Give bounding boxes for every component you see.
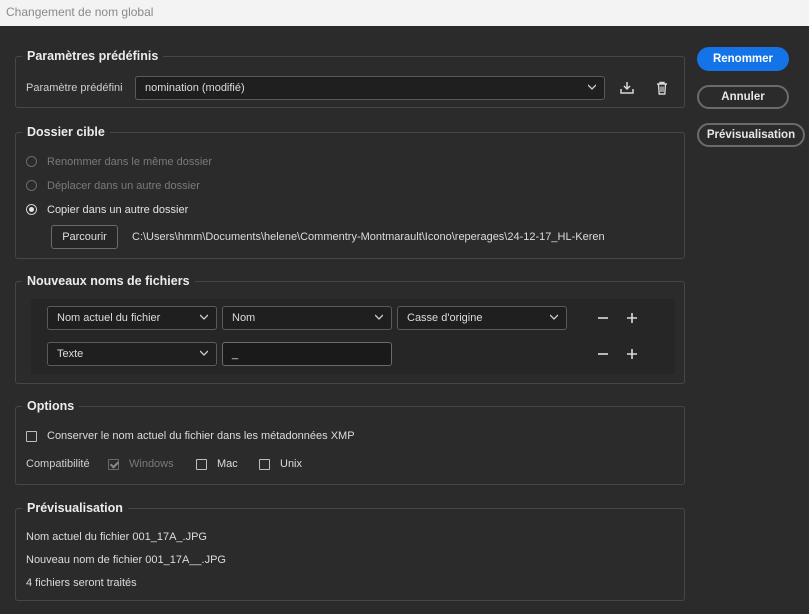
- chevron-down-icon: [200, 314, 208, 320]
- preview-legend: Prévisualisation: [22, 500, 128, 516]
- chevron-down-icon: [550, 314, 558, 320]
- rule2-type-value: Texte: [57, 348, 84, 360]
- cancel-button[interactable]: Annuler: [697, 85, 789, 109]
- preview-button[interactable]: Prévisualisation: [697, 123, 805, 147]
- compat-windows-label: Windows: [129, 458, 174, 470]
- preset-value: nomination (modifié): [145, 82, 245, 94]
- rule2-type-select[interactable]: Texte: [47, 342, 217, 366]
- compat-label: Compatibilité: [26, 458, 90, 470]
- chevron-down-icon: [200, 350, 208, 356]
- window-title: Changement de nom global: [0, 0, 809, 26]
- rule1-type-select[interactable]: Nom actuel du fichier: [47, 306, 217, 330]
- radio-same-folder-label: Renommer dans le même dossier: [47, 156, 213, 168]
- destination-legend: Dossier cible: [22, 124, 110, 140]
- compat-mac-checkbox[interactable]: [196, 459, 207, 470]
- chevron-down-icon: [588, 84, 596, 90]
- presets-group: Paramètres prédéfinis Paramètre prédéfin…: [15, 48, 685, 108]
- preview-group: Prévisualisation Nom actuel du fichier 0…: [15, 500, 685, 601]
- preset-label: Paramètre prédéfini: [26, 82, 123, 94]
- rule1-case-select[interactable]: Casse d'origine: [397, 306, 567, 330]
- remove-rule1-minus-icon[interactable]: [596, 311, 610, 325]
- trash-icon[interactable]: [654, 80, 670, 96]
- destination-path: C:\Users\hmm\Documents\helene\Commentry-…: [132, 231, 605, 243]
- remove-rule2-minus-icon[interactable]: [596, 347, 610, 361]
- rule2-text-input[interactable]: _: [222, 342, 392, 366]
- add-rule1-plus-icon[interactable]: [625, 311, 639, 325]
- rule1-option-value: Nom: [232, 312, 256, 324]
- rule1-type-value: Nom actuel du fichier: [57, 312, 161, 324]
- chevron-down-icon: [375, 314, 383, 320]
- rule1-option-select[interactable]: Nom: [222, 306, 392, 330]
- new-names-legend: Nouveaux noms de fichiers: [22, 273, 195, 289]
- add-rule2-plus-icon[interactable]: [625, 347, 639, 361]
- rename-button[interactable]: Renommer: [697, 47, 789, 71]
- radio-move-folder[interactable]: [26, 180, 37, 191]
- presets-legend: Paramètres prédéfinis: [22, 48, 164, 64]
- options-legend: Options: [22, 398, 80, 414]
- radio-move-folder-label: Déplacer dans un autre dossier: [47, 180, 200, 192]
- options-group: Options Conserver le nom actuel du fichi…: [15, 398, 685, 485]
- compat-mac-label: Mac: [217, 458, 238, 470]
- destination-group: Dossier cible Renommer dans le même doss…: [15, 124, 685, 259]
- compat-windows-checkbox[interactable]: [108, 459, 119, 470]
- rule1-case-value: Casse d'origine: [407, 312, 483, 324]
- save-preset-icon[interactable]: [619, 80, 635, 96]
- compat-unix-label: Unix: [280, 458, 303, 470]
- keep-name-label: Conserver le nom actuel du fichier dans …: [47, 430, 355, 442]
- preset-select[interactable]: nomination (modifié): [135, 76, 605, 100]
- browse-button[interactable]: Parcourir: [51, 225, 118, 249]
- keep-name-checkbox[interactable]: [26, 431, 37, 442]
- radio-copy-folder[interactable]: [26, 204, 37, 215]
- radio-copy-folder-label: Copier dans un autre dossier: [47, 204, 189, 216]
- preview-file-count: 4 fichiers seront traités: [26, 577, 137, 589]
- preview-current-name: Nom actuel du fichier 001_17A_.JPG: [26, 531, 207, 543]
- compat-unix-checkbox[interactable]: [259, 459, 270, 470]
- radio-same-folder[interactable]: [26, 156, 37, 167]
- preview-new-name: Nouveau nom de fichier 001_17A__.JPG: [26, 554, 226, 566]
- new-names-group: Nouveaux noms de fichiers Nom actuel du …: [15, 273, 685, 384]
